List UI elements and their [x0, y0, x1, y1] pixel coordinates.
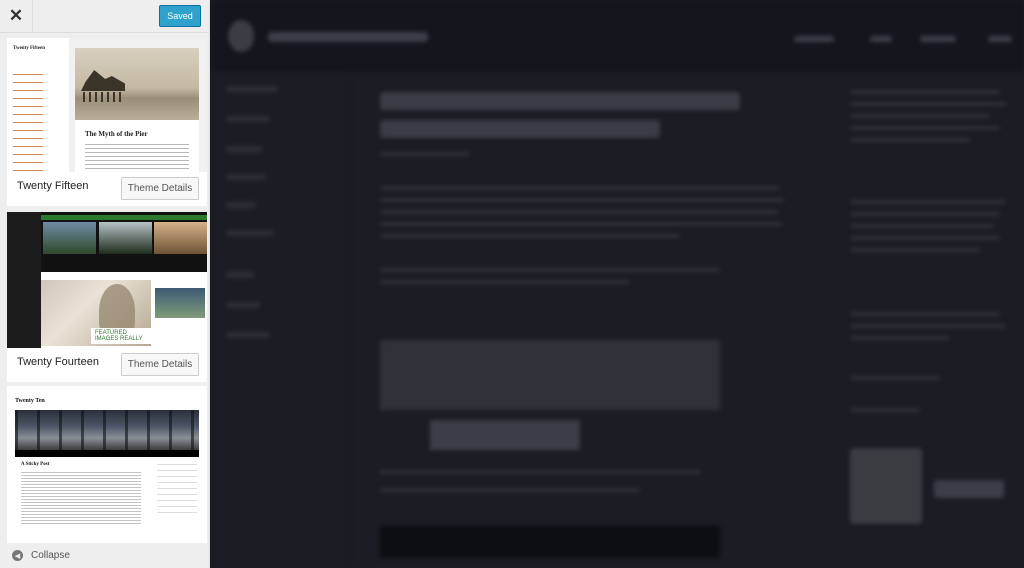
save-button[interactable]: Saved: [159, 5, 201, 27]
theme-card-twenty-fourteen[interactable]: FEATURED IMAGES REALLY Twenty Fourteen T…: [7, 212, 207, 382]
preview-paragraph-line: [380, 186, 780, 190]
site-preview-content: [210, 0, 1024, 568]
preview-sidebar-line: [850, 408, 920, 412]
preview-featured-image: [154, 222, 207, 254]
preview-paragraph-line: [380, 488, 640, 492]
preview-featured-image: [99, 222, 152, 254]
preview-sidebar-line: [850, 224, 994, 228]
preview-sidebar-line: [850, 200, 1006, 204]
preview-featured-image: [43, 222, 96, 254]
preview-sidebar-line: [850, 312, 1000, 316]
preview-left-link: [226, 146, 262, 152]
preview-menu-lines: [13, 74, 43, 174]
pier-photo: [75, 48, 199, 120]
preview-left-column: [210, 72, 350, 568]
theme-details-button[interactable]: Theme Details: [121, 353, 199, 376]
preview-sidebar-line: [850, 138, 970, 142]
preview-sidebar-line: [850, 376, 940, 380]
preview-nav-item: [988, 36, 1012, 42]
preview-paragraph-line: [380, 198, 784, 202]
preview-feature-image: FEATURED IMAGES REALLY: [41, 280, 151, 346]
preview-site-title: Twenty Fifteen: [13, 46, 45, 51]
preview-sidebar-line: [850, 212, 1000, 216]
preview-post-title: The Myth of the Pier: [85, 130, 148, 138]
preview-body-lines: [21, 472, 141, 524]
theme-screenshot[interactable]: FEATURED IMAGES REALLY: [7, 212, 207, 350]
preview-paragraph-line: [380, 234, 680, 238]
preview-site-name: [268, 32, 428, 42]
preview-sidebar-line: [850, 114, 990, 118]
preview-sidebar-line: [850, 126, 1000, 130]
pier-legs: [83, 92, 123, 102]
theme-name: Twenty Fourteen: [17, 356, 99, 368]
preview-nav-bar: [41, 215, 207, 220]
preview-caption: FEATURED IMAGES REALLY: [91, 328, 151, 344]
preview-left-link: [226, 230, 274, 236]
customizer-sidebar: ✕ Saved Twenty Fifteen The Myth of the P…: [0, 0, 210, 568]
preview-nav-item: [794, 36, 834, 42]
preview-sidebar-line: [850, 248, 980, 252]
preview-post-title: A Sticky Post: [21, 462, 50, 467]
preview-site-title: Twenty Ten: [15, 398, 45, 404]
preview-avatar: [850, 448, 922, 524]
preview-nav-item: [870, 36, 892, 42]
theme-name: Twenty Fifteen: [17, 180, 89, 192]
preview-left-link: [226, 86, 278, 92]
preview-sidebar-line: [850, 336, 950, 340]
collapse-label: Collapse: [31, 550, 70, 561]
preview-embed-graphic: [430, 420, 580, 450]
preview-calendar: [157, 464, 197, 514]
theme-card-twenty-fifteen[interactable]: Twenty Fifteen The Myth of the Pier Twen…: [7, 38, 207, 206]
preview-left-link: [226, 302, 260, 308]
preview-post-title: [380, 120, 660, 138]
preview-paragraph-line: [380, 280, 630, 284]
theme-screenshot[interactable]: Twenty Ten A Sticky Post: [7, 386, 207, 536]
preview-logo: [228, 20, 254, 52]
preview-video-thumb: [155, 288, 205, 318]
theme-bar: Twenty Fourteen Theme Details: [7, 348, 207, 382]
preview-paragraph-line: [380, 210, 778, 214]
preview-left-link: [226, 332, 270, 338]
collapse-arrow-icon: ◀: [12, 550, 23, 561]
theme-details-button[interactable]: Theme Details: [121, 177, 199, 200]
preview-paragraph-line: [380, 222, 782, 226]
preview-sidebar-line: [850, 236, 1000, 240]
preview-nav-item: [920, 36, 956, 42]
preview-tree-silhouettes: [15, 410, 199, 450]
preview-post-title: [380, 92, 740, 110]
preview-paragraph-line: [380, 470, 700, 474]
collapse-button[interactable]: ◀ Collapse: [0, 543, 209, 568]
preview-site-header: [210, 0, 1024, 72]
preview-video-player: [380, 526, 720, 558]
theme-card-twenty-ten[interactable]: Twenty Ten A Sticky Post: [7, 386, 207, 546]
preview-left-link: [226, 272, 254, 278]
preview-widget: [155, 280, 207, 330]
preview-embed-graphic: [380, 340, 720, 410]
sidebar-header: ✕ Saved: [0, 0, 209, 33]
preview-left-link: [226, 174, 266, 180]
preview-left-link: [226, 116, 270, 122]
preview-sidebar: [7, 212, 41, 350]
preview-follow-button: [934, 480, 1004, 498]
preview-paragraph-line: [380, 268, 720, 272]
preview-sidebar-line: [850, 324, 1006, 328]
preview-post-meta: [380, 152, 470, 156]
preview-sidebar-line: [850, 102, 1006, 106]
theme-bar: Twenty Fifteen Theme Details: [7, 172, 207, 206]
site-preview[interactable]: [210, 0, 1024, 568]
close-icon[interactable]: ✕: [0, 0, 33, 32]
preview-sidebar-line: [850, 90, 1000, 94]
preview-left-link: [226, 202, 256, 208]
preview-nav-bar: [15, 450, 199, 457]
preview-header-image: [15, 410, 199, 450]
